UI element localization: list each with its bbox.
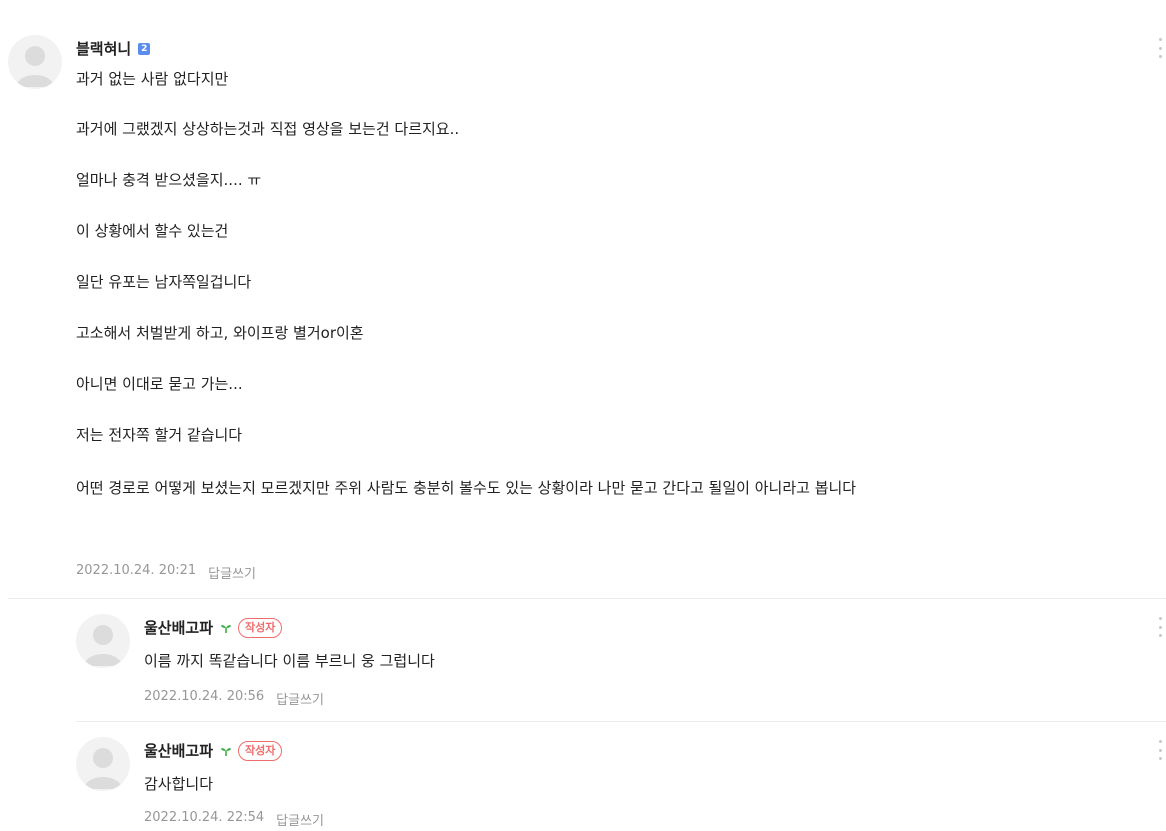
comment-meta: 2022.10.24. 20:21 답글쓰기 — [76, 563, 256, 582]
comment-body: 감사합니다 — [144, 775, 1144, 795]
comment-author: 울산배고파 작성자 — [144, 740, 283, 761]
comment-body: 이름 까지 똑같습니다 이름 부르니 웅 그럽니다 — [144, 652, 1144, 672]
comment-line: 일단 유포는 남자쪽일겁니다 — [76, 273, 252, 291]
writer-badge: 작성자 — [238, 740, 283, 761]
reply-button[interactable]: 답글쓰기 — [276, 689, 324, 708]
avatar[interactable] — [76, 614, 130, 668]
comment-meta: 2022.10.24. 20:56 답글쓰기 — [144, 689, 324, 708]
comment-date: 2022.10.24. 22:54 — [144, 810, 265, 825]
comment-line: 과거 없는 사람 없다지만 — [76, 70, 229, 88]
comment-body: 과거 없는 사람 없다지만 과거에 그랬겠지 상상하는것과 직접 영상을 보는건… — [76, 70, 1146, 530]
writer-badge: 작성자 — [238, 617, 283, 638]
author-nickname[interactable]: 울산배고파 — [144, 740, 213, 761]
comment-line: 이 상황에서 할수 있는건 — [76, 222, 229, 240]
divider — [8, 598, 1166, 599]
member-level-badge: 2 — [138, 42, 151, 55]
comment-date: 2022.10.24. 20:21 — [76, 563, 197, 578]
comment-line: 저는 전자쪽 할거 같습니다 — [76, 426, 243, 444]
reply-button[interactable]: 답글쓰기 — [208, 563, 256, 582]
comment-author: 울산배고파 작성자 — [144, 617, 283, 638]
comment-line: 고소해서 처벌받게 하고, 와이프랑 별거or이혼 — [76, 324, 364, 342]
default-profile-icon — [16, 46, 54, 87]
comment-line: 얼마나 충격 받으셨을지.... ㅠ — [76, 171, 262, 189]
comment-author: 블랙혀니 2 — [76, 38, 151, 59]
divider — [76, 721, 1166, 722]
comment-text: 이름 까지 똑같습니다 이름 부르니 웅 그럽니다 — [144, 652, 435, 670]
sprout-icon — [221, 747, 232, 756]
sprout-icon — [221, 624, 232, 633]
more-options-icon[interactable] — [1159, 740, 1163, 760]
more-options-icon[interactable] — [1159, 617, 1163, 637]
author-nickname[interactable]: 블랙혀니 — [76, 38, 131, 59]
comment-meta: 2022.10.24. 22:54 답글쓰기 — [144, 810, 324, 829]
default-profile-icon — [84, 625, 122, 666]
comment-date: 2022.10.24. 20:56 — [144, 689, 265, 704]
reply-button[interactable]: 답글쓰기 — [276, 810, 324, 829]
comment-text: 감사합니다 — [144, 775, 214, 793]
comment-line: 아니면 이대로 묻고 가는... — [76, 375, 243, 393]
more-options-icon[interactable] — [1159, 38, 1163, 58]
default-profile-icon — [84, 748, 122, 789]
avatar[interactable] — [76, 737, 130, 791]
comment-line: 어떤 경로로 어떻게 보셨는지 모르겠지만 주위 사람도 충분히 볼수도 있는 … — [76, 479, 857, 497]
avatar[interactable] — [8, 35, 62, 89]
author-nickname[interactable]: 울산배고파 — [144, 617, 213, 638]
comment-line: 과거에 그랬겠지 상상하는것과 직접 영상을 보는건 다르지요.. — [76, 120, 460, 138]
